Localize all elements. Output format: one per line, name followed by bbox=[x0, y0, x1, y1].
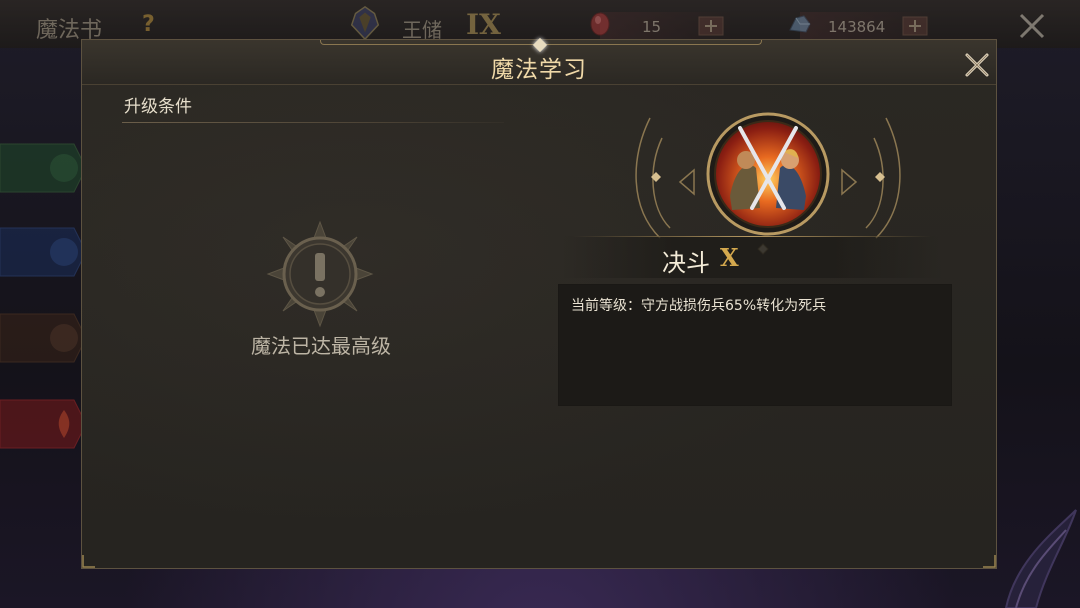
skill-name-divider bbox=[572, 236, 932, 237]
upgrade-conditions-header: 升级条件 bbox=[124, 97, 192, 117]
skill-name: 决斗 bbox=[662, 249, 710, 277]
rank-emblem-icon bbox=[350, 5, 380, 41]
side-tab-nature[interactable] bbox=[0, 140, 86, 196]
skill-level: X bbox=[720, 243, 739, 272]
skill-description: 当前等级：守方战损伤兵65%转化为死兵 bbox=[571, 298, 827, 314]
gem-icon bbox=[590, 12, 610, 36]
decorative-frame bbox=[1004, 509, 1077, 608]
help-icon[interactable]: ? bbox=[142, 12, 155, 37]
magic-learn-dialog: 魔法学习 升级条件 魔法已达最高级 决斗 X 当前等级：守方战损伤兵65%转化为… bbox=[82, 37, 996, 568]
max-level-message: 魔法已达最高级 bbox=[251, 334, 391, 358]
add-gem-button[interactable] bbox=[698, 16, 724, 36]
skill-description-box: 当前等级：守方战损伤兵65%转化为死兵 bbox=[558, 284, 952, 406]
rank-name: 王储 bbox=[402, 18, 442, 42]
corner-ornament-icon bbox=[82, 555, 95, 568]
side-tab-fire[interactable] bbox=[0, 396, 86, 452]
close-icon[interactable] bbox=[962, 50, 992, 80]
dialog-title: 魔法学习 bbox=[491, 57, 587, 83]
corner-ornament-icon bbox=[983, 555, 996, 568]
ore-count: 143864 bbox=[828, 18, 886, 36]
rank-level: IX bbox=[466, 8, 501, 41]
gem-count: 15 bbox=[642, 18, 662, 36]
add-ore-button[interactable] bbox=[902, 16, 928, 36]
warning-icon bbox=[266, 220, 374, 328]
ore-icon bbox=[789, 15, 811, 33]
side-tab-water[interactable] bbox=[0, 224, 86, 280]
skill-name-bar bbox=[562, 236, 942, 278]
section-divider bbox=[122, 122, 504, 123]
side-tab-earth[interactable] bbox=[0, 310, 86, 366]
main-close-icon[interactable] bbox=[1016, 10, 1048, 42]
